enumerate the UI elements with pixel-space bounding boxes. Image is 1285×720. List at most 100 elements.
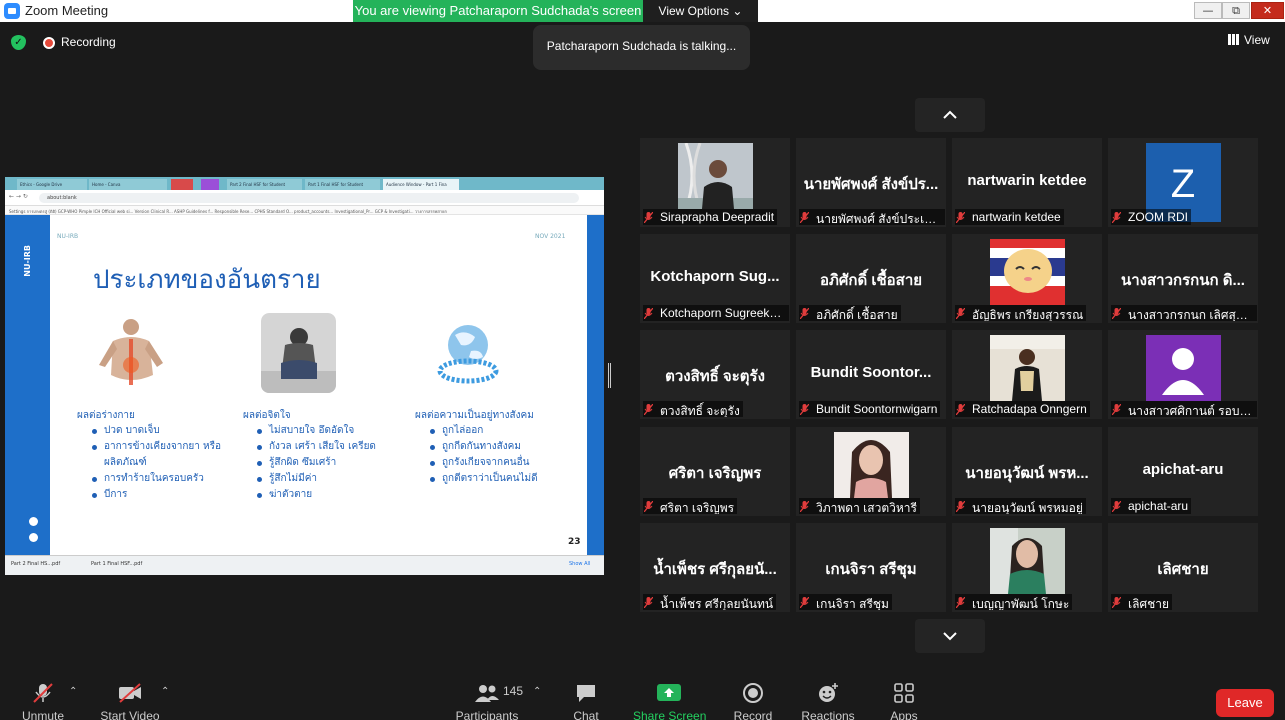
shared-screen: Ethics - Google Drive Home - Canva Part …	[5, 177, 604, 575]
column-heading-physical: ผลต่อร่างกาย	[77, 410, 135, 421]
participant-tile[interactable]: เลิศชาย เลิศชาย	[1108, 523, 1258, 612]
participant-tile[interactable]: nartwarin ketdee nartwarin ketdee	[952, 138, 1102, 227]
column-list-mental: ไม่สบายใจ อึดอัดใจ กังวล เศร้า เสียใจ เค…	[255, 423, 405, 503]
url-input[interactable]: about:blank	[39, 193, 579, 203]
microphone-muted-icon	[800, 212, 809, 223]
gallery-next-button[interactable]	[915, 619, 985, 653]
download-item[interactable]: Part 1 Final HSF...pdf	[91, 561, 142, 567]
browser-tab[interactable]: Ethics - Google Drive	[17, 179, 87, 190]
chevron-down-icon: ⌄	[732, 4, 743, 18]
list-item: ไม่สบายใจ อึดอัดใจ	[255, 423, 405, 439]
unmute-button[interactable]: Unmute	[18, 682, 68, 720]
chat-icon	[577, 685, 595, 702]
column-list-physical: ปวด บาดเจ็บ อาการข้างเคียงจากยา หรือผลิต…	[90, 423, 230, 503]
participant-name-label: ตวงสิทธิ์ จะตุรัง	[643, 401, 743, 417]
video-off-icon	[119, 683, 141, 703]
download-bar: Part 2 Final HS...pdf Part 1 Final HSF..…	[5, 555, 604, 575]
video-options-caret[interactable]: ⌃	[161, 686, 169, 697]
participant-display-name: Kotchaporn Sug...	[650, 268, 780, 285]
show-all-link[interactable]: Show All	[569, 561, 590, 567]
list-item: อาการข้างเคียงจากยา หรือผลิตภัณฑ์	[90, 439, 230, 471]
slide-page-number: 23	[568, 537, 581, 547]
window-title: Zoom Meeting	[25, 3, 109, 18]
microphone-muted-icon	[956, 308, 965, 319]
browser-tab[interactable]: Part 2 Final HSF for Student	[227, 179, 302, 190]
participant-tile[interactable]: Z ZOOM RDI	[1108, 138, 1258, 227]
security-shield-icon[interactable]: ✓	[11, 35, 26, 50]
microphone-muted-icon	[1112, 212, 1121, 223]
browser-tab[interactable]: Home - Canva	[89, 179, 167, 190]
microphone-muted-icon	[33, 683, 53, 703]
microphone-muted-icon	[800, 308, 809, 319]
record-icon	[743, 683, 763, 703]
minimize-button[interactable]: —	[1194, 2, 1222, 19]
view-button[interactable]: View	[1228, 33, 1270, 47]
apps-label: Apps	[890, 709, 918, 720]
participant-tile[interactable]: Ratchadapa Onngern	[952, 330, 1102, 419]
participant-name-label: nartwarin ketdee	[955, 209, 1064, 225]
microphone-muted-icon	[800, 501, 809, 512]
share-screen-label: Share Screen	[633, 709, 707, 720]
participant-tile[interactable]: ตวงสิทธิ์ จะตุรัง ตวงสิทธิ์ จะตุรัง	[640, 330, 790, 419]
participant-name-label: นางสาวกรกนก เลิศสุภา...	[1111, 305, 1257, 321]
microphone-muted-icon	[956, 212, 965, 223]
download-item[interactable]: Part 2 Final HS...pdf	[11, 561, 60, 567]
participant-tile[interactable]: Kotchaporn Sug... Kotchaporn Sugreeku...	[640, 234, 790, 323]
splitter-handle[interactable]	[608, 363, 611, 388]
maximize-button[interactable]: ⧉	[1222, 2, 1250, 19]
view-options-button[interactable]: View Options ⌄	[643, 0, 758, 22]
participant-tile[interactable]: นางสาวศศิกานต์ รอบค...	[1108, 330, 1258, 419]
participant-tile[interactable]: วิภาพดา เสวตวิหารี	[796, 427, 946, 516]
participant-name-label: Siraprapha Deepradit	[643, 209, 778, 225]
view-label: View	[1244, 33, 1270, 47]
browser-tab[interactable]	[201, 179, 219, 190]
participant-tile[interactable]: apichat-aru apichat-aru	[1108, 427, 1258, 516]
participant-tile[interactable]: นายอนุวัฒน์ พรห... นายอนุวัฒน์ พรหมอยู่	[952, 427, 1102, 516]
microphone-muted-icon	[644, 501, 653, 512]
globe-people-image	[435, 315, 500, 390]
browser-tab-active[interactable]: Audience Window - Part 1 Fina	[383, 179, 459, 190]
browser-address-bar: ← → ↻ about:blank	[5, 190, 604, 206]
participant-display-name: นายอนุวัฒน์ พรห...	[965, 465, 1089, 482]
participants-icon	[475, 685, 499, 702]
participant-tile[interactable]: นายพัศพงศ์ สังข์ปร... นายพัศพงศ์ สังข์ประ…	[796, 138, 946, 227]
chat-button[interactable]: Chat	[566, 682, 606, 720]
participant-tile[interactable]: อัญธิพร เกรียงสุวรรณ	[952, 234, 1102, 323]
participant-name-label: เบญญาพัฒน์ โกษะ	[955, 594, 1073, 610]
back-forward-icon[interactable]: ← → ↻	[9, 193, 28, 200]
start-video-button[interactable]: Start Video	[100, 682, 160, 720]
participants-options-caret[interactable]: ⌃	[533, 686, 541, 697]
recording-icon	[43, 37, 55, 49]
participant-display-name: เกนจิรา สรีชุม	[825, 561, 917, 578]
microphone-muted-icon	[956, 597, 965, 608]
participant-tile[interactable]: เกนจิรา สรีชุม เกนจิรา สรีชุม	[796, 523, 946, 612]
microphone-muted-icon	[956, 501, 965, 512]
share-screen-button[interactable]: Share Screen	[633, 682, 707, 720]
participant-tile[interactable]: น้ำเพ็ชร ศรีกุลยนั... น้ำเพ็ชร ศรีกุลยนัน…	[640, 523, 790, 612]
audio-options-caret[interactable]: ⌃	[69, 686, 77, 697]
participants-label: Participants	[455, 709, 519, 720]
participant-name-label: Bundit Soontornwigarn	[799, 401, 941, 417]
participant-tile[interactable]: Bundit Soontor... Bundit Soontornwigarn	[796, 330, 946, 419]
column-list-social: ถูกไล่ออก ถูกกีดกันทางสังคม ถูกรังเกียจจ…	[428, 423, 588, 487]
apps-button[interactable]: Apps	[884, 682, 924, 720]
slide-header-left: NU-IRB	[57, 233, 79, 240]
gallery-prev-button[interactable]	[915, 98, 985, 132]
participant-display-name: ศริตา เจริญพร	[668, 465, 762, 482]
reactions-button[interactable]: Reactions	[800, 682, 856, 720]
browser-tab[interactable]: Part 1 Final HSF for Student	[305, 179, 380, 190]
participant-tile[interactable]: เบญญาพัฒน์ โกษะ	[952, 523, 1102, 612]
participant-tile[interactable]: ศริตา เจริญพร ศริตา เจริญพร	[640, 427, 790, 516]
close-button[interactable]: ✕	[1251, 2, 1284, 19]
microphone-muted-icon	[644, 404, 653, 415]
svg-text:Z: Z	[1171, 162, 1195, 206]
participant-tile[interactable]: Siraprapha Deepradit	[640, 138, 790, 227]
browser-tab[interactable]	[171, 179, 193, 190]
participant-tile[interactable]: อภิศักดิ์ เชื้อสาย อภิศักดิ์ เชื้อสาย	[796, 234, 946, 323]
list-item: รู้สึกผิด ซึมเศร้า	[255, 455, 405, 471]
participant-display-name: Bundit Soontor...	[810, 364, 932, 381]
record-button[interactable]: Record	[731, 682, 775, 720]
participant-tile[interactable]: นางสาวกรกนก ดิ... นางสาวกรกนก เลิศสุภา...	[1108, 234, 1258, 323]
microphone-muted-icon	[1112, 597, 1121, 608]
leave-button[interactable]: Leave	[1216, 689, 1274, 717]
